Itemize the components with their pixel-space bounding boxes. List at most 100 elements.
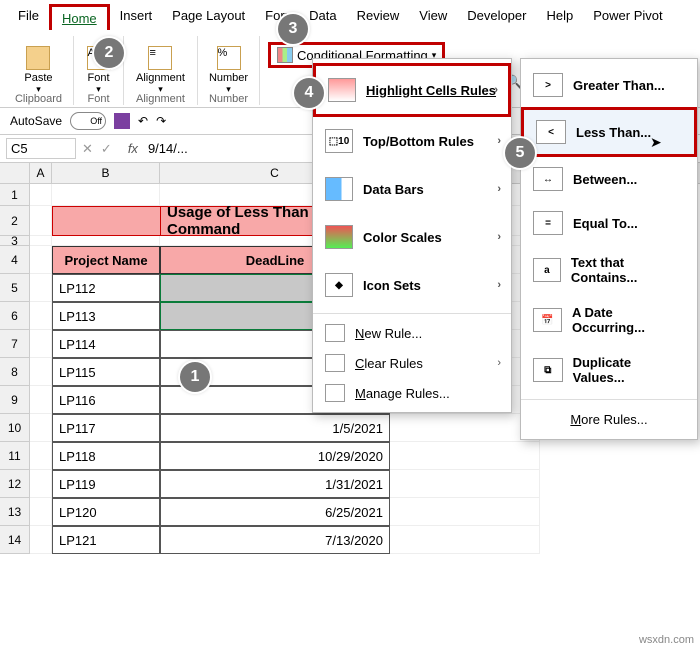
- cell[interactable]: 1/31/2021: [160, 470, 390, 498]
- callout-5: 5: [505, 138, 535, 168]
- undo-icon[interactable]: ↶: [138, 114, 148, 128]
- cell[interactable]: 7/13/2020: [160, 526, 390, 554]
- greater-than-item[interactable]: > Greater Than...: [521, 63, 697, 107]
- cell[interactable]: Project Name: [52, 246, 160, 274]
- between-item[interactable]: ↔ Between...: [521, 157, 697, 201]
- date-occurring-item[interactable]: 📅 A Date Occurring...: [521, 295, 697, 345]
- row-header[interactable]: 6: [0, 302, 30, 330]
- cell[interactable]: LP118: [52, 442, 160, 470]
- cell[interactable]: [30, 414, 52, 442]
- highlight-cells-icon: [328, 78, 356, 102]
- cell[interactable]: 6/25/2021: [160, 498, 390, 526]
- tab-view[interactable]: View: [409, 4, 457, 30]
- row-header[interactable]: 3: [0, 236, 30, 246]
- color-scales-icon: [325, 225, 353, 249]
- icon-sets-item[interactable]: ◆ Icon Sets›: [313, 261, 511, 309]
- tab-file[interactable]: File: [8, 4, 49, 30]
- row-header[interactable]: 12: [0, 470, 30, 498]
- cell[interactable]: [30, 358, 52, 386]
- cell[interactable]: 1/5/2021: [160, 414, 390, 442]
- data-bars-item[interactable]: Data Bars›: [313, 165, 511, 213]
- cell[interactable]: [30, 386, 52, 414]
- more-rules-item[interactable]: More Rules...: [521, 404, 697, 435]
- top-bottom-rules-item[interactable]: ⬚10 Top/Bottom Rules›: [313, 117, 511, 165]
- tab-help[interactable]: Help: [536, 4, 583, 30]
- name-box[interactable]: C5: [6, 138, 76, 159]
- cell[interactable]: [30, 330, 52, 358]
- row-header[interactable]: 13: [0, 498, 30, 526]
- cell[interactable]: [52, 184, 160, 206]
- tab-review[interactable]: Review: [347, 4, 410, 30]
- cancel-icon[interactable]: ✕: [82, 141, 93, 157]
- cell[interactable]: [30, 184, 52, 206]
- fx-icon[interactable]: fx: [128, 141, 138, 156]
- row-header[interactable]: 8: [0, 358, 30, 386]
- equal-to-item[interactable]: = Equal To...: [521, 201, 697, 245]
- cell[interactable]: [52, 206, 160, 236]
- row-header[interactable]: 14: [0, 526, 30, 554]
- cursor-icon: ➤: [650, 134, 662, 151]
- row-header[interactable]: 9: [0, 386, 30, 414]
- cell[interactable]: [30, 246, 52, 274]
- cell[interactable]: [390, 414, 540, 442]
- clear-rules-icon: [325, 354, 345, 372]
- cell[interactable]: LP116: [52, 386, 160, 414]
- col-header-a[interactable]: A: [30, 163, 52, 183]
- row-header[interactable]: 7: [0, 330, 30, 358]
- autosave-label: AutoSave: [10, 114, 62, 128]
- number-button[interactable]: %Number▾: [205, 44, 252, 97]
- cell[interactable]: [30, 442, 52, 470]
- duplicate-values-item[interactable]: ⧉ Duplicate Values...: [521, 345, 697, 395]
- tab-home[interactable]: Home: [49, 4, 110, 30]
- enter-icon[interactable]: ✓: [101, 141, 112, 157]
- cell[interactable]: [390, 526, 540, 554]
- row-header[interactable]: 4: [0, 246, 30, 274]
- paste-button[interactable]: Paste ▾: [20, 44, 56, 97]
- select-all-corner[interactable]: [0, 163, 30, 183]
- cell[interactable]: [390, 498, 540, 526]
- cell[interactable]: [30, 470, 52, 498]
- save-icon[interactable]: [114, 113, 130, 129]
- cell[interactable]: LP113: [52, 302, 160, 330]
- less-than-icon: <: [536, 120, 566, 144]
- tab-developer[interactable]: Developer: [457, 4, 536, 30]
- cell[interactable]: LP120: [52, 498, 160, 526]
- cell[interactable]: 10/29/2020: [160, 442, 390, 470]
- cell[interactable]: [390, 442, 540, 470]
- cell[interactable]: [30, 302, 52, 330]
- cell[interactable]: [30, 498, 52, 526]
- tab-insert[interactable]: Insert: [110, 4, 163, 30]
- cell[interactable]: [390, 470, 540, 498]
- cell[interactable]: [30, 274, 52, 302]
- row-header[interactable]: 5: [0, 274, 30, 302]
- cell[interactable]: [52, 236, 160, 246]
- cell[interactable]: LP114: [52, 330, 160, 358]
- row-header[interactable]: 10: [0, 414, 30, 442]
- manage-rules-item[interactable]: Manage Rules...: [313, 378, 511, 408]
- row-header[interactable]: 2: [0, 206, 30, 236]
- text-contains-item[interactable]: a Text that Contains...: [521, 245, 697, 295]
- alignment-button[interactable]: ≡Alignment▾: [132, 44, 189, 97]
- autosave-toggle[interactable]: Off: [70, 112, 106, 130]
- cell[interactable]: [30, 236, 52, 246]
- tab-power-pivot[interactable]: Power Pivot: [583, 4, 672, 30]
- formula-input[interactable]: 9/14/...: [148, 141, 188, 156]
- cell[interactable]: [30, 526, 52, 554]
- cell[interactable]: LP115: [52, 358, 160, 386]
- less-than-item[interactable]: < Less Than...: [521, 107, 697, 157]
- cell[interactable]: LP121: [52, 526, 160, 554]
- clipboard-icon: [26, 46, 50, 70]
- cell[interactable]: [30, 206, 52, 236]
- highlight-cells-rules-item[interactable]: Highlight Cells Rules›: [313, 63, 511, 117]
- color-scales-item[interactable]: Color Scales›: [313, 213, 511, 261]
- row-header[interactable]: 11: [0, 442, 30, 470]
- cell[interactable]: LP117: [52, 414, 160, 442]
- new-rule-item[interactable]: New Rule...: [313, 318, 511, 348]
- row-header[interactable]: 1: [0, 184, 30, 206]
- cell[interactable]: LP112: [52, 274, 160, 302]
- tab-page-layout[interactable]: Page Layout: [162, 4, 255, 30]
- cell[interactable]: LP119: [52, 470, 160, 498]
- col-header-b[interactable]: B: [52, 163, 160, 183]
- redo-icon[interactable]: ↷: [156, 114, 166, 128]
- clear-rules-item[interactable]: Clear Rules›: [313, 348, 511, 378]
